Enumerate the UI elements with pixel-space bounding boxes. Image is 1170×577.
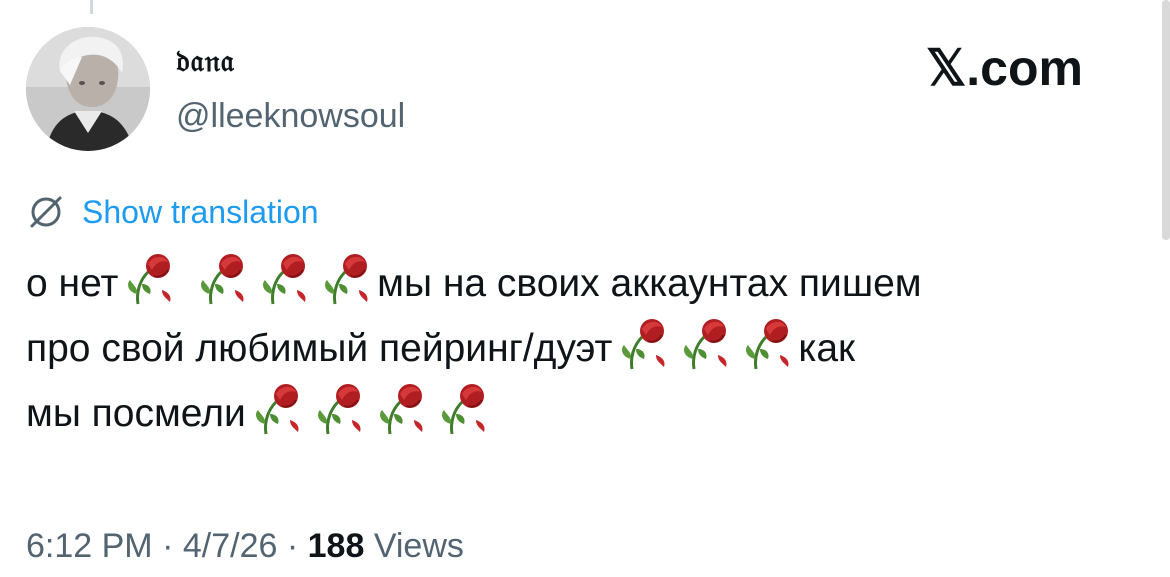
show-translation-button[interactable]: Show translation xyxy=(26,192,319,232)
meta-separator: · xyxy=(162,527,174,565)
tweet-time[interactable]: 6:12 PM xyxy=(26,527,153,565)
brand-logo: 𝕏.com xyxy=(926,38,1083,98)
show-translation-label[interactable]: Show translation xyxy=(82,192,319,232)
tweet-text-segment: мы посмели xyxy=(26,392,246,435)
wilted-flower-icon xyxy=(253,250,313,306)
wilted-flower-icon xyxy=(612,315,672,371)
brand-text: 𝕏.com xyxy=(926,40,1083,96)
tweet-text-line: про свой любимый пейринг/дуэт как xyxy=(26,315,1136,380)
wilted-flower-icon xyxy=(370,380,430,436)
thread-connector-line xyxy=(90,0,93,14)
author-handle[interactable]: @lleeknowsoul xyxy=(176,96,405,136)
wilted-flower-icon xyxy=(308,380,368,436)
wilted-flower-icon xyxy=(191,250,251,306)
tweet-text-line: мы посмели xyxy=(26,380,1136,445)
author-display-name[interactable]: 𝔡𝔞𝔫𝔞 xyxy=(176,44,235,80)
tweet-text-segment: как xyxy=(798,327,856,370)
views-count[interactable]: 188 xyxy=(308,527,365,565)
globe-icon xyxy=(26,192,66,232)
tweet-text-line: о нет мы на своих аккаунтах пишем xyxy=(26,250,1136,315)
scrollbar[interactable] xyxy=(1162,0,1170,240)
wilted-flower-icon xyxy=(736,315,796,371)
tweet-meta: 6:12 PM · 4/7/26 · 188 Views xyxy=(26,524,464,568)
tweet-date[interactable]: 4/7/26 xyxy=(183,527,278,565)
wilted-flower-icon xyxy=(432,380,492,436)
tweet-text-segment: мы на своих аккаунтах пишем xyxy=(377,262,922,305)
tweet-text: о нет мы на своих аккаунтах пишем про сво… xyxy=(26,250,1136,445)
avatar-image xyxy=(26,27,150,151)
wilted-flower-icon xyxy=(246,380,306,436)
views-label: Views xyxy=(373,527,464,565)
avatar[interactable] xyxy=(26,27,150,151)
tweet-text-segment: про свой любимый пейринг/дуэт xyxy=(26,327,613,370)
meta-separator: · xyxy=(286,527,299,565)
wilted-flower-icon xyxy=(315,250,375,306)
wilted-flower-icon xyxy=(674,315,734,371)
wilted-flower-icon xyxy=(118,250,178,306)
tweet-text-segment: о нет xyxy=(26,262,119,305)
tweet-text-segment xyxy=(180,262,191,305)
